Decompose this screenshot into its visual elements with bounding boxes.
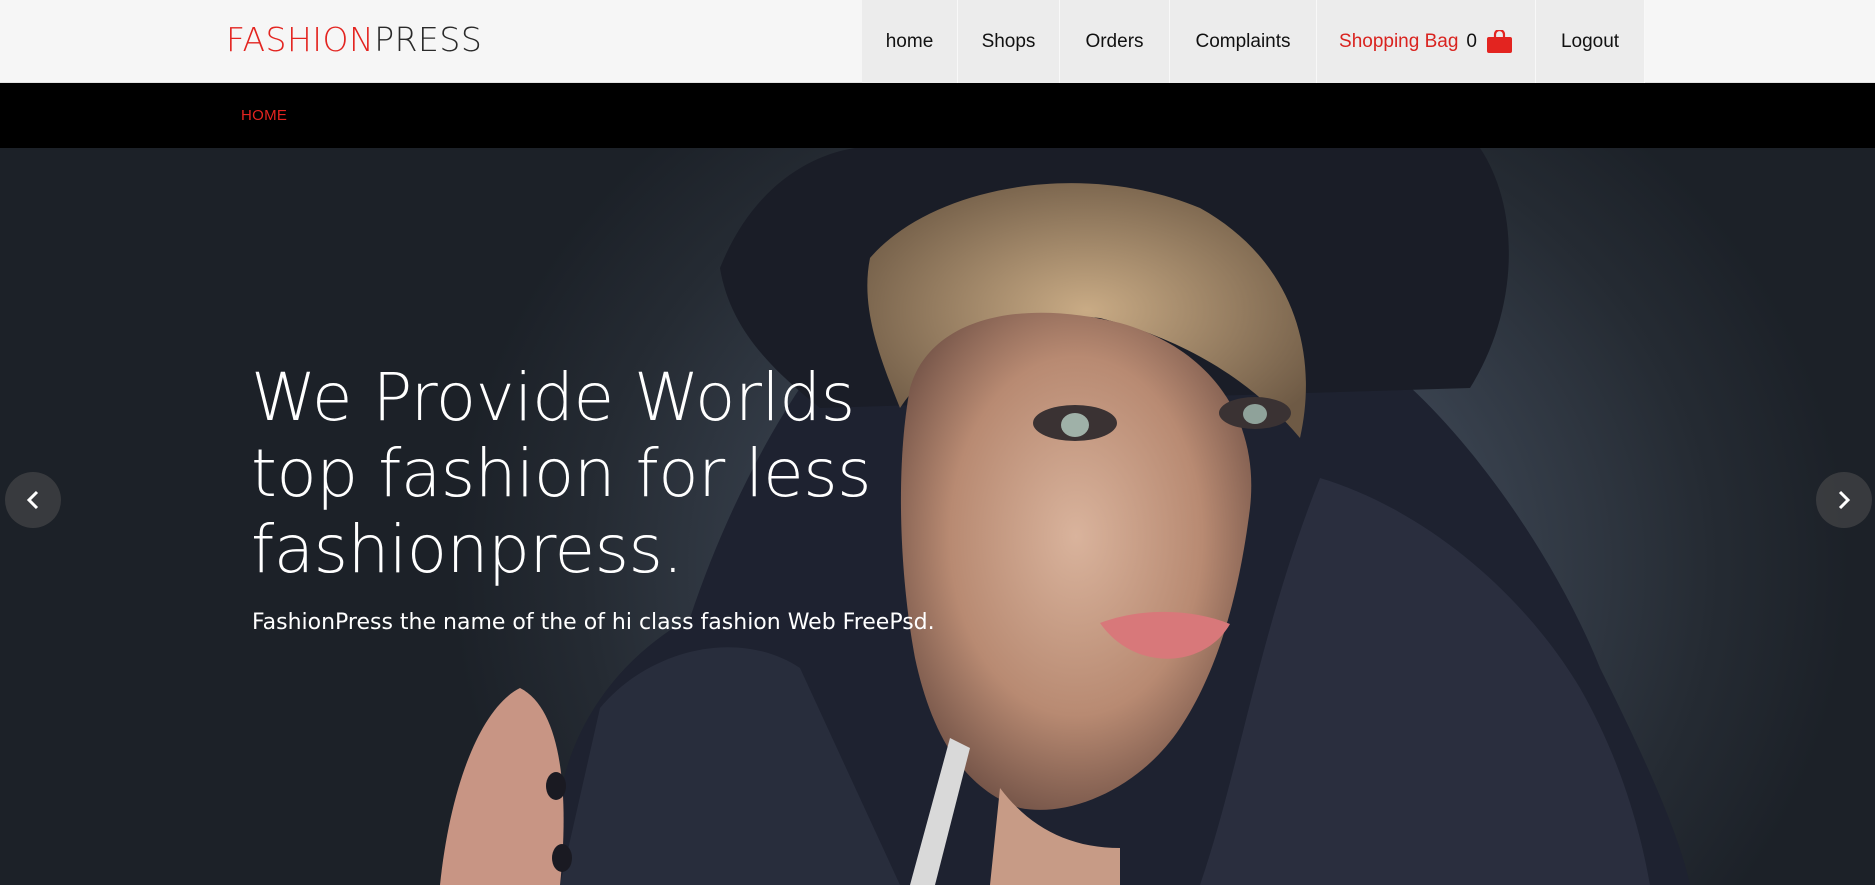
chevron-left-icon bbox=[26, 490, 39, 510]
breadcrumb-home[interactable]: HOME bbox=[241, 107, 287, 124]
logo-part-fashion: FASHION bbox=[226, 20, 375, 59]
hero-headline: We Provide Worlds top fashion for less f… bbox=[251, 360, 971, 588]
nav-item-logout[interactable]: Logout bbox=[1536, 0, 1645, 83]
nav-orders-label: Orders bbox=[1085, 30, 1144, 52]
shopping-bag-icon bbox=[1486, 28, 1513, 54]
site-logo[interactable]: FASHIONPRESS bbox=[226, 20, 482, 60]
site-header: FASHIONPRESS home Shops Orders Complaint… bbox=[0, 0, 1875, 83]
hero-slider: We Provide Worlds top fashion for less f… bbox=[0, 148, 1875, 885]
nav-item-shops[interactable]: Shops bbox=[958, 0, 1060, 83]
hero-headline-line-1: We Provide Worlds bbox=[251, 359, 855, 436]
nav-item-home[interactable]: home bbox=[862, 0, 958, 83]
hero-headline-line-3: fashionpress. bbox=[251, 511, 683, 588]
chevron-right-icon bbox=[1838, 490, 1851, 510]
shopping-bag-label: Shopping Bag bbox=[1339, 30, 1459, 52]
slider-prev-button[interactable] bbox=[5, 472, 61, 528]
nav-home-label: home bbox=[885, 30, 934, 52]
slider-next-button[interactable] bbox=[1816, 472, 1872, 528]
hero-subline: FashionPress the name of the of hi class… bbox=[252, 610, 935, 635]
nav-item-complaints[interactable]: Complaints bbox=[1170, 0, 1317, 83]
logo-part-press: PRESS bbox=[374, 20, 483, 59]
nav-item-orders[interactable]: Orders bbox=[1060, 0, 1170, 83]
nav-shops-label: Shops bbox=[981, 30, 1036, 52]
shopping-bag-count: 0 bbox=[1466, 30, 1477, 52]
nav-logout-label: Logout bbox=[1560, 30, 1620, 52]
main-nav: home Shops Orders Complaints Shopping Ba… bbox=[862, 0, 1645, 83]
nav-item-shopping-bag[interactable]: Shopping Bag 0 bbox=[1317, 0, 1536, 83]
hero-headline-line-2: top fashion for less bbox=[251, 435, 872, 512]
nav-complaints-label: Complaints bbox=[1195, 30, 1291, 52]
breadcrumb-bar: HOME bbox=[0, 83, 1875, 148]
